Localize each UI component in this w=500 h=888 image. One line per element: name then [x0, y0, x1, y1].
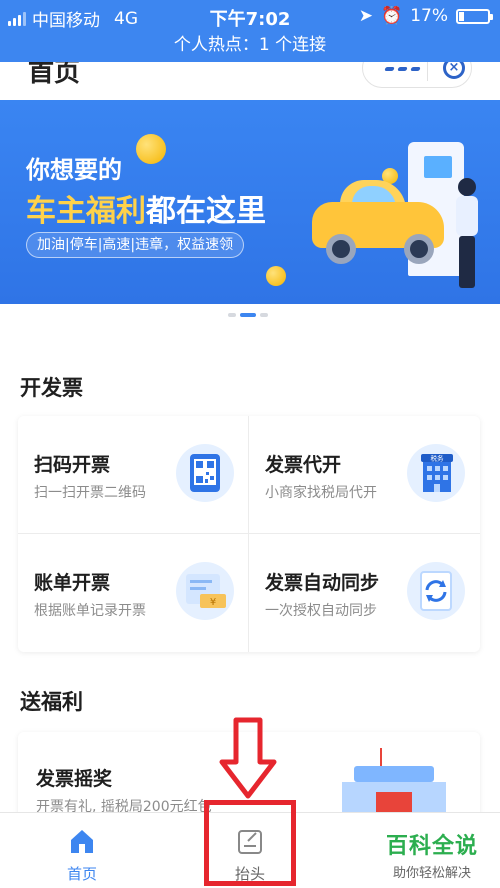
svg-text:税务: 税务 — [431, 454, 445, 463]
hotspot-notice[interactable]: 个人热点：1 个连接 — [0, 32, 500, 62]
car-illustration — [312, 180, 444, 279]
tax-bureau-icon: 税务 — [407, 444, 465, 502]
sync-icon — [407, 562, 465, 620]
bill-invoice-card[interactable]: 账单开票 根据账单记录开票 ¥ — [18, 534, 248, 651]
home-icon — [71, 830, 93, 853]
page-header: 首页 × — [0, 62, 500, 100]
watermark-logo: 百科全说 助你轻松解决 — [385, 834, 478, 881]
alarm-icon: ⏰ — [381, 6, 403, 26]
battery-percent: 17% — [410, 6, 448, 26]
agent-invoice-card[interactable]: 发票代开 小商家找税局代开 税务 — [249, 416, 479, 533]
annotation-arrow — [219, 717, 277, 799]
banner-line2: 车主福利都在这里 — [26, 194, 266, 229]
scan-invoice-card[interactable]: 扫码开票 扫一扫开票二维码 — [18, 416, 248, 533]
person-illustration — [456, 178, 478, 288]
banner-line1: 你想要的 — [26, 156, 122, 184]
promo-banner[interactable]: 你想要的 车主福利都在这里 加油|停车|高速|违章，权益速领 — [0, 100, 500, 304]
coin-icon — [266, 266, 286, 286]
page-title: 首页 — [28, 62, 81, 88]
status-bar: 中国移动 4G 下午7:02 ➤ ⏰ 17% — [0, 0, 500, 32]
banner-tagline: 加油|停车|高速|违章，权益速领 — [26, 232, 245, 258]
tab-home[interactable]: 首页 — [22, 813, 142, 888]
location-icon: ➤ — [358, 6, 374, 26]
section-title-invoice: 开发票 — [20, 376, 83, 400]
close-icon[interactable]: × — [443, 62, 465, 79]
more-icon[interactable] — [384, 67, 421, 71]
invoice-sync-card[interactable]: 发票自动同步 一次授权自动同步 — [249, 534, 479, 651]
tab-home-label: 首页 — [66, 865, 97, 883]
mini-program-capsule: × — [362, 62, 472, 88]
banner-pager — [228, 313, 268, 317]
qr-code-icon — [176, 444, 234, 502]
lottery-title: 发票摇奖 — [36, 768, 113, 790]
annotation-highlight-box — [204, 800, 296, 886]
invoice-grid: 扫码开票 扫一扫开票二维码 发票代开 小商家找税局代开 税务 账单开票 根据账单… — [18, 416, 480, 652]
section-title-welfare: 送福利 — [20, 690, 83, 714]
coin-icon — [136, 134, 166, 164]
bill-icon: ¥ — [176, 562, 234, 620]
battery-icon — [456, 8, 493, 24]
svg-text:¥: ¥ — [210, 597, 216, 608]
